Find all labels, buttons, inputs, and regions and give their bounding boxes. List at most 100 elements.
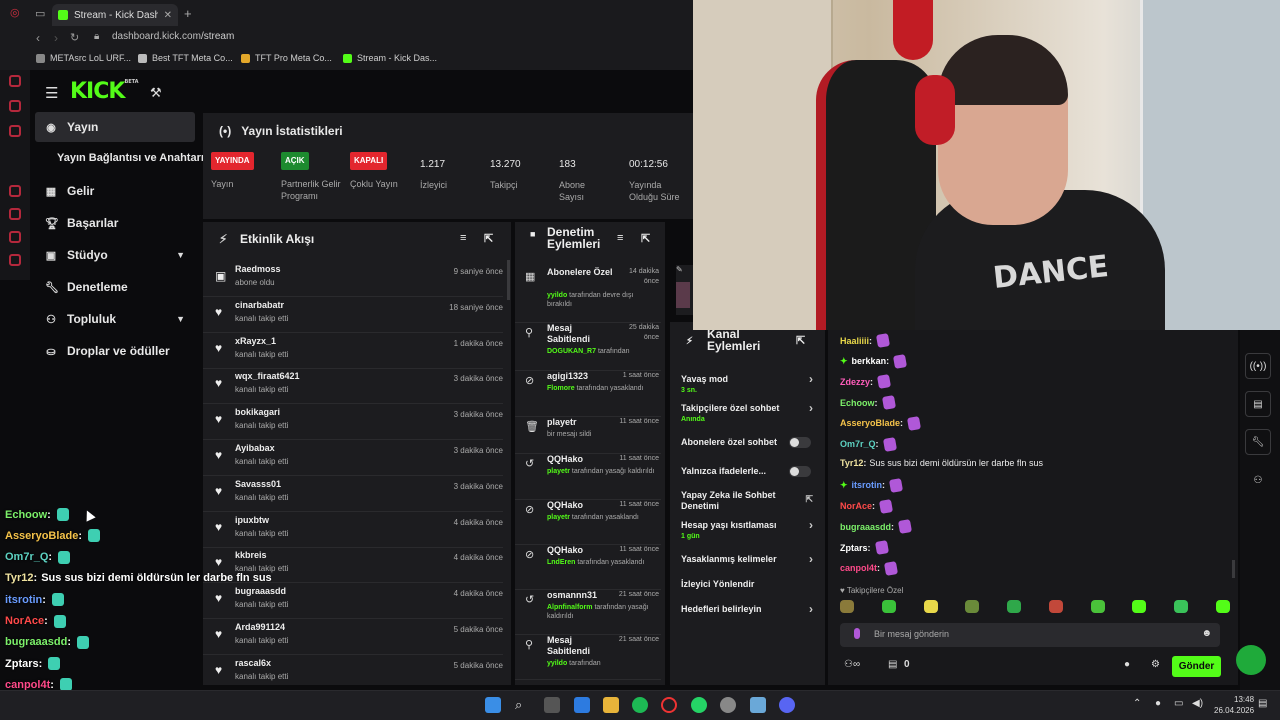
chat-username[interactable]: Om7r_Q bbox=[840, 439, 876, 449]
goals-setting[interactable]: Hedefleri belirleyin › bbox=[681, 603, 821, 615]
tray-overflow-icon[interactable]: ⌃ bbox=[1133, 698, 1141, 709]
moderation-row[interactable]: ↺ QQHako 11 saat önce playetr tarafından ya… bbox=[515, 454, 661, 500]
search-icon[interactable]: ⌕ bbox=[515, 697, 531, 713]
opera-icon[interactable] bbox=[661, 697, 677, 713]
moderation-row[interactable]: ⊘ QQHako 11 saat önce LndEren tarafından ya… bbox=[515, 545, 661, 590]
filter-icon[interactable]: ≡ bbox=[617, 232, 623, 244]
spotify-icon[interactable] bbox=[632, 697, 648, 713]
activity-row[interactable]: ♥ rascal6x kanalı takip etti 5 dakika önce bbox=[203, 655, 503, 685]
sidebar-item-revenue[interactable]: ▦ Gelir bbox=[35, 176, 195, 206]
emote-icon[interactable] bbox=[1215, 600, 1230, 613]
activity-row[interactable]: ♥ Ayibabax kanalı takip etti 3 dakika önce bbox=[203, 440, 503, 476]
store-icon[interactable] bbox=[544, 697, 560, 713]
stream-thumbnail[interactable] bbox=[676, 282, 690, 308]
network-icon[interactable]: ▭ bbox=[1174, 698, 1183, 709]
chat-scrollbar[interactable] bbox=[1232, 560, 1235, 578]
volume-icon[interactable]: ◀) bbox=[1192, 698, 1203, 709]
sidebar-item-community[interactable]: ⚇ Topluluk ▼ bbox=[35, 304, 195, 334]
activity-row[interactable]: ♥ bokikagari kanalı takip etti 3 dakika önc… bbox=[203, 404, 503, 441]
support-chat-icon[interactable] bbox=[1236, 645, 1266, 675]
bookmark-item[interactable]: Best TFT Meta Co... bbox=[138, 53, 233, 63]
sidebar-item-stream[interactable]: ◉ Yayın bbox=[35, 112, 195, 142]
activity-row[interactable]: ♥ Arda991124 kanalı takip etti 5 dakika önc… bbox=[203, 619, 503, 655]
moderation-row[interactable]: 🗑︎ playetr 11 saat önce bir mesajı sildi bbox=[515, 417, 661, 454]
activity-user[interactable]: rascal6x bbox=[235, 658, 271, 668]
hammer-icon[interactable]: ⚒ bbox=[150, 85, 162, 101]
activity-user[interactable]: Raedmoss bbox=[235, 264, 281, 274]
activity-user[interactable]: bokikagari bbox=[235, 407, 280, 417]
chat-username[interactable]: berkkan bbox=[852, 356, 887, 366]
chat-username[interactable]: bugraaasdd bbox=[840, 522, 891, 532]
emoji-icon[interactable]: ☻ bbox=[1201, 628, 1212, 639]
moderation-row[interactable]: ↺ osmannn31 21 saat önce Alpnfinalform tara… bbox=[515, 590, 661, 635]
activity-row[interactable]: ♥ cinarbabatr kanalı takip etti 18 saniye ö… bbox=[203, 297, 503, 333]
settings-app-icon[interactable] bbox=[574, 697, 590, 713]
emote-icon[interactable] bbox=[923, 600, 938, 613]
bookmark-item[interactable]: TFT Pro Meta Co... bbox=[241, 53, 332, 63]
broadcast-icon[interactable]: ((•)) bbox=[1245, 353, 1271, 379]
mic-tray-icon[interactable]: ● bbox=[1155, 698, 1161, 709]
kick-logo[interactable]: KICKBETA bbox=[70, 79, 139, 104]
app-icon[interactable] bbox=[750, 697, 766, 713]
emotes-only-toggle[interactable] bbox=[789, 466, 811, 477]
ai-moderation-setting[interactable]: Yapay Zeka ile Sohbet Denetimi ⇱ bbox=[681, 490, 813, 512]
community-icon[interactable]: ⚇∞ bbox=[844, 659, 860, 670]
moderation-row[interactable]: ⚲ Mesaj Sabitlendi 21 saat önce yyildo tara… bbox=[515, 635, 661, 680]
microphone-icon[interactable] bbox=[854, 628, 860, 639]
reload-icon[interactable]: ↻ bbox=[70, 31, 79, 44]
emote-icon[interactable] bbox=[965, 600, 980, 613]
account-age-setting[interactable]: Hesap yaşı kısıtlaması 1 gün › bbox=[681, 519, 821, 542]
chat-username[interactable]: Tyr12 bbox=[840, 458, 863, 468]
bookmark-item[interactable]: METAsrc LoL URF... bbox=[36, 53, 131, 63]
url-field[interactable]: dashboard.kick.com/stream bbox=[112, 31, 234, 42]
wrench-icon[interactable]: 🔧︎ bbox=[1245, 429, 1271, 455]
sidebar-item-studio[interactable]: ▣ Stüdyo ▼ bbox=[35, 240, 195, 270]
activity-user[interactable]: Savasss01 bbox=[235, 479, 281, 489]
discord-icon[interactable] bbox=[779, 697, 795, 713]
chat-username[interactable]: Zdezzy bbox=[840, 377, 870, 387]
chat-username[interactable]: Echoow bbox=[840, 398, 875, 408]
sidebar-item-achievements[interactable]: 🏆︎ Başarılar bbox=[35, 208, 195, 238]
subscribers-only-setting[interactable]: Abonelere özel sohbet bbox=[681, 437, 821, 448]
subscribers-only-toggle[interactable] bbox=[789, 437, 811, 448]
moderation-row[interactable]: ⊘ agigi1323 1 saat önce Flomore tarafından … bbox=[515, 371, 661, 417]
file-explorer-icon[interactable] bbox=[603, 697, 619, 713]
opera-icon[interactable]: ◎ bbox=[10, 6, 20, 19]
host-setting[interactable]: İzleyici Yönlendir bbox=[681, 579, 821, 590]
emote-icon[interactable] bbox=[1174, 600, 1189, 613]
emote-icon[interactable] bbox=[881, 600, 896, 613]
new-tab-icon[interactable]: + bbox=[184, 6, 192, 21]
filter-icon[interactable]: ≡ bbox=[460, 232, 466, 244]
layout-icon[interactable]: ▤ bbox=[1245, 391, 1271, 417]
emote-icon[interactable] bbox=[1132, 600, 1147, 613]
sidebar-item-moderation[interactable]: 🔧︎ Denetleme bbox=[35, 272, 195, 302]
browser-sidebar-icon[interactable] bbox=[9, 75, 21, 87]
activity-row[interactable]: ♥ bugraaasdd kanalı takip etti 4 dakika önc… bbox=[203, 583, 503, 620]
start-icon[interactable] bbox=[485, 697, 501, 713]
browser-tab[interactable]: Stream - Kick Dashboard ✕ bbox=[52, 4, 178, 26]
activity-user[interactable]: cinarbabatr bbox=[235, 300, 284, 310]
browser-sidebar-icon[interactable] bbox=[9, 125, 21, 137]
activity-row[interactable]: ♥ Savasss01 kanalı takip etti 3 dakika önce bbox=[203, 476, 503, 512]
tab-menu-icon[interactable]: ▭ bbox=[35, 7, 45, 20]
hamburger-menu-icon[interactable]: ☰ bbox=[45, 84, 58, 102]
browser-sidebar-icon[interactable] bbox=[9, 208, 21, 220]
activity-user[interactable]: xRayzx_1 bbox=[235, 336, 276, 346]
chat-username[interactable]: NorAce bbox=[840, 501, 872, 511]
emote-icon[interactable] bbox=[1048, 600, 1063, 613]
chat-username[interactable]: Zptars bbox=[840, 543, 868, 553]
activity-row[interactable]: ♥ xRayzx_1 kanalı takip etti 1 dakika önce bbox=[203, 333, 503, 369]
gift-icon[interactable]: ▤ bbox=[888, 659, 897, 670]
activity-user[interactable]: kkbreis bbox=[235, 550, 267, 560]
chat-bubble-icon[interactable]: ● bbox=[1124, 659, 1130, 670]
popout-icon[interactable]: ⇱ bbox=[484, 232, 493, 245]
moderation-row[interactable]: ⚲ Mesaj Sabitlendi 25 dakika önce DOGUKAN_R… bbox=[515, 323, 661, 371]
activity-user[interactable]: wqx_firaat6421 bbox=[235, 371, 300, 381]
activity-row[interactable]: ♥ wqx_firaat6421 kanalı takip etti 3 dakika… bbox=[203, 368, 503, 405]
moderation-row[interactable]: ▦ Abonelere Özel 14 dakika önce yyildo tara… bbox=[515, 267, 661, 323]
activity-user[interactable]: ipuxbtw bbox=[235, 515, 269, 525]
activity-user[interactable]: Ayibabax bbox=[235, 443, 275, 453]
gear-icon[interactable]: ⚙ bbox=[1151, 659, 1160, 670]
emote-icon[interactable] bbox=[1007, 600, 1022, 613]
whatsapp-icon[interactable] bbox=[691, 697, 707, 713]
